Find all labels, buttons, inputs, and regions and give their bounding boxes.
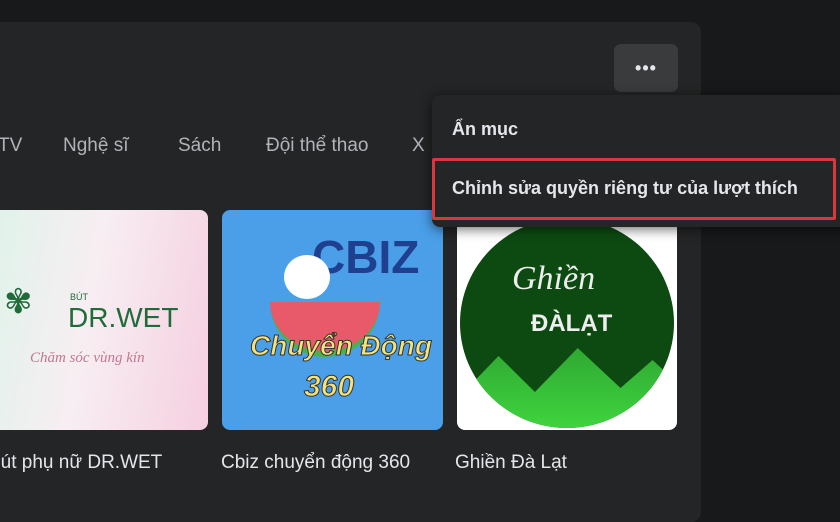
tab-books[interactable]: Sách xyxy=(178,135,221,157)
item-image-ghien-dalat[interactable]: Ghiền ĐÀLẠT xyxy=(457,210,677,430)
tagline: Chăm sóc vùng kín xyxy=(30,350,145,366)
item-title[interactable]: Bút phụ nữ DR.WET xyxy=(0,452,162,474)
tab-artists[interactable]: Nghệ sĩ xyxy=(63,135,128,157)
mountains-icon xyxy=(460,348,674,428)
item-title[interactable]: Ghiền Đà Lạt xyxy=(455,452,567,474)
number-text: 360 xyxy=(303,370,355,404)
leaf-logo-icon: ✾ xyxy=(4,283,33,321)
item-title[interactable]: Cbiz chuyển động 360 xyxy=(221,452,410,474)
options-menu: Ẩn mục Chỉnh sửa quyền riêng tư của lượt… xyxy=(432,95,840,227)
tab-sports-teams[interactable]: Đội thể thao xyxy=(266,135,368,157)
item-image-cbiz[interactable]: CBIZ Chuyển Động 360 xyxy=(222,210,443,430)
tab-tv[interactable]: TV xyxy=(0,135,22,157)
logo-text: ĐÀLẠT xyxy=(531,310,613,337)
logo-small-text: BÚT xyxy=(70,292,88,302)
tab-more[interactable]: X xyxy=(412,135,425,157)
logo-script: Ghiền xyxy=(512,260,596,297)
menu-item-hide[interactable]: Ẩn mục xyxy=(452,119,518,140)
logo-text: DR.WET xyxy=(68,302,179,333)
tagline: Chuyển Động xyxy=(250,330,433,362)
item-image-drwet[interactable]: ✾ BÚT DR.WET Chăm sóc vùng kín xyxy=(0,210,208,430)
panda-icon xyxy=(284,255,330,299)
more-options-button[interactable]: ••• xyxy=(614,44,678,92)
menu-item-edit-like-privacy[interactable]: Chỉnh sửa quyền riêng tư của lượt thích xyxy=(452,178,798,199)
